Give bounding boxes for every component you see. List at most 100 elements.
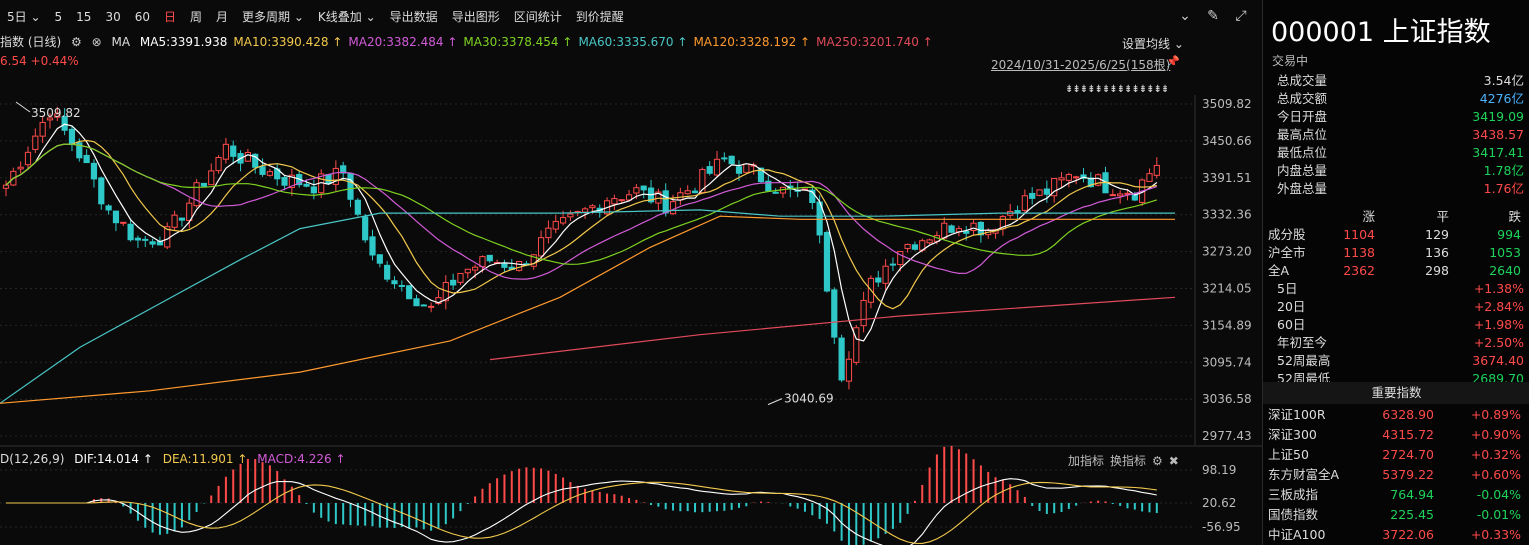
stat-label: 5日 bbox=[1277, 281, 1298, 296]
chart-area[interactable]: 5日 ⌄ 5 15 30 60 日周月更多周期 ⌄ K线叠加 ⌄ 导出数据 导出图形 区间统计 到价… bbox=[0, 0, 1262, 545]
candle-body bbox=[208, 170, 215, 186]
stat-value: +1.98% bbox=[1473, 317, 1524, 332]
index-price: 4315.72 bbox=[1382, 427, 1434, 442]
candle-body bbox=[325, 174, 332, 185]
add-indicator-button[interactable]: 加指标 bbox=[1068, 452, 1104, 469]
breadth-head-0: 涨 bbox=[1362, 209, 1375, 224]
perf-row-1: 20日 +2.84% bbox=[1263, 298, 1529, 316]
ma60-line bbox=[0, 209, 1175, 404]
stat-value: 4276亿 bbox=[1479, 91, 1524, 106]
candle-body bbox=[743, 163, 750, 173]
candle-body bbox=[376, 254, 383, 264]
macd-label: D(12,26,9) bbox=[0, 452, 65, 466]
candle-body bbox=[963, 230, 970, 234]
index-change: +0.89% bbox=[1470, 407, 1521, 422]
y-axis-label: 3036.58 bbox=[1202, 392, 1252, 406]
candle-body bbox=[977, 221, 984, 236]
breadth-label: 成分股 bbox=[1268, 227, 1306, 242]
index-price: 764.94 bbox=[1390, 487, 1434, 502]
important-index-row[interactable]: 中证A100 3722.06 +0.33% bbox=[1263, 525, 1529, 545]
indicator-close-icon[interactable]: ✖ bbox=[1169, 454, 1179, 468]
candle-body bbox=[911, 244, 919, 250]
candle-body bbox=[875, 277, 882, 283]
breadth-label: 沪全市 bbox=[1268, 245, 1306, 260]
candle-body bbox=[142, 238, 149, 241]
high-annotation: 3509.82 bbox=[31, 106, 81, 120]
macd-value: MACD:4.226 ↑ bbox=[257, 452, 346, 466]
important-index-row[interactable]: 上证50 2724.70 +0.32% bbox=[1263, 445, 1529, 465]
dea-line bbox=[6, 481, 1157, 544]
candle-body bbox=[1065, 174, 1072, 181]
candle-body bbox=[32, 135, 39, 150]
stat-label: 最低点位 bbox=[1277, 145, 1328, 160]
breadth-header: 涨平跌 bbox=[1263, 208, 1529, 226]
breadth-value: 1104 bbox=[1343, 227, 1375, 242]
candle-body bbox=[450, 279, 457, 286]
candle-body bbox=[567, 213, 574, 218]
candle-body bbox=[259, 166, 266, 175]
index-price: 3722.06 bbox=[1382, 527, 1434, 542]
breadth-value: 2362 bbox=[1343, 263, 1375, 278]
candle-body bbox=[384, 264, 391, 280]
important-index-row[interactable]: 深证300 4315.72 +0.90% bbox=[1263, 425, 1529, 445]
ma20-line bbox=[5, 143, 1157, 280]
index-name: 深证300 bbox=[1268, 427, 1317, 442]
candle-body bbox=[112, 210, 120, 224]
breadth-value: 129 bbox=[1425, 227, 1449, 242]
ma30-line bbox=[5, 143, 1157, 265]
candle-body bbox=[501, 263, 508, 268]
candle-body bbox=[633, 187, 640, 194]
candle-body bbox=[677, 192, 684, 201]
indicator-gear-icon[interactable]: ⚙ bbox=[1152, 454, 1163, 468]
index-name: 上证指数 bbox=[1382, 17, 1491, 48]
candle-body bbox=[413, 298, 420, 307]
stat-label: 20日 bbox=[1277, 299, 1306, 314]
index-title: 000001 上证指数 bbox=[1271, 10, 1491, 49]
candle-body bbox=[611, 198, 618, 205]
candle-body bbox=[362, 216, 369, 241]
index-name: 中证A100 bbox=[1268, 527, 1326, 542]
candle-body bbox=[391, 280, 398, 285]
candle-body bbox=[1036, 189, 1043, 196]
candle-body bbox=[772, 191, 779, 194]
stat-value: +1.38% bbox=[1473, 281, 1524, 296]
index-price: 5379.22 bbox=[1382, 467, 1434, 482]
macd-axis-label: 98.19 bbox=[1202, 463, 1236, 477]
candle-body bbox=[178, 217, 186, 221]
switch-indicator-button[interactable]: 换指标 bbox=[1110, 452, 1146, 469]
important-index-row[interactable]: 国债指数 225.45 -0.01% bbox=[1263, 505, 1529, 525]
stat-label: 年初至今 bbox=[1277, 335, 1328, 350]
candle-body bbox=[98, 177, 105, 205]
candle-body bbox=[728, 155, 735, 165]
y-axis-label: 3450.66 bbox=[1202, 134, 1252, 148]
index-name: 上证50 bbox=[1268, 447, 1309, 462]
index-change: +0.90% bbox=[1470, 427, 1521, 442]
candle-body bbox=[845, 358, 853, 382]
y-axis-label: 3509.82 bbox=[1202, 97, 1252, 111]
index-name: 东方财富全A bbox=[1268, 467, 1340, 482]
breadth-value: 298 bbox=[1425, 263, 1449, 278]
breadth-value: 136 bbox=[1425, 245, 1449, 260]
important-index-row[interactable]: 深证100R 6328.90 +0.89% bbox=[1263, 405, 1529, 425]
candle-body bbox=[464, 268, 471, 274]
candle-body bbox=[1021, 195, 1028, 211]
candle-body bbox=[640, 185, 647, 191]
important-index-row[interactable]: 三板成指 764.94 -0.04% bbox=[1263, 485, 1529, 505]
important-index-row[interactable]: 东方财富全A 5379.22 +0.60% bbox=[1263, 465, 1529, 485]
stat-row-2: 今日开盘 3419.09 bbox=[1263, 108, 1529, 126]
candle-body bbox=[369, 236, 376, 256]
candle-body bbox=[721, 157, 728, 160]
stat-row-4: 最低点位 3417.41 bbox=[1263, 144, 1529, 162]
y-axis-label: 3332.36 bbox=[1202, 208, 1252, 222]
candle-body bbox=[303, 183, 310, 187]
stat-value: 1.78亿 bbox=[1483, 163, 1524, 178]
candle-body bbox=[1058, 177, 1065, 181]
candle-body bbox=[691, 190, 699, 194]
index-price: 225.45 bbox=[1390, 507, 1434, 522]
candle-body bbox=[1029, 192, 1036, 199]
macd-legend: D(12,26,9) DIF:14.014 ↑ DEA:11.901 ↑ MAC… bbox=[0, 452, 352, 466]
candle-body bbox=[230, 145, 237, 157]
dea-value: DEA:11.901 ↑ bbox=[162, 452, 248, 466]
y-axis-label: 2977.43 bbox=[1202, 429, 1252, 443]
breadth-value: 1053 bbox=[1489, 245, 1521, 260]
